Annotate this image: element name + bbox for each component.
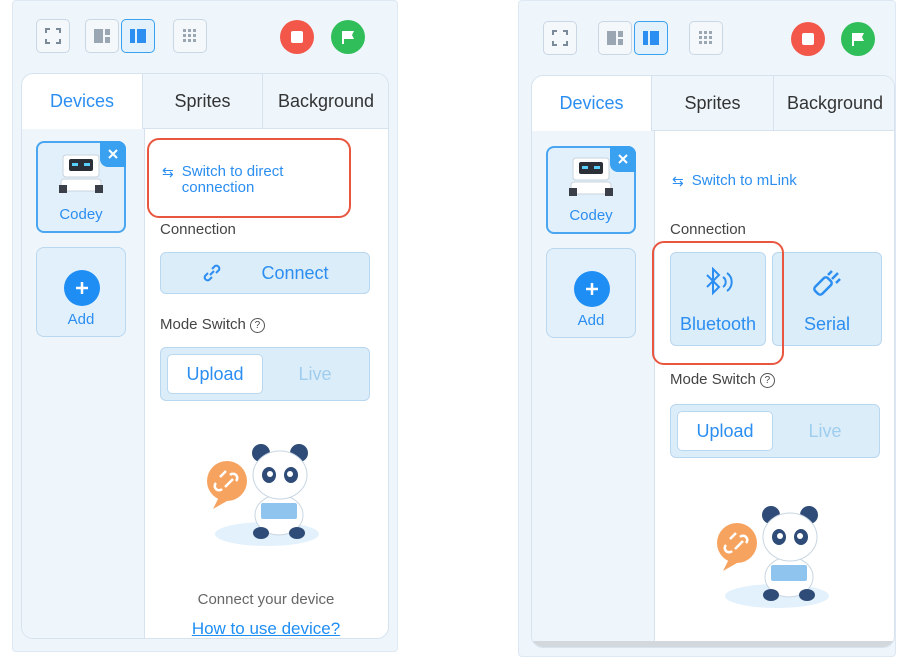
- layout-large-stage-icon: [130, 29, 146, 43]
- green-flag-icon: [852, 33, 864, 46]
- fullscreen-button[interactable]: [36, 19, 70, 53]
- serial-cable-icon: [773, 267, 881, 301]
- green-flag-icon: [342, 31, 354, 44]
- question-icon[interactable]: ?: [249, 318, 265, 333]
- remove-device-button[interactable]: [100, 141, 126, 167]
- connect-label: Connect: [261, 262, 329, 283]
- layout-large-stage-button[interactable]: [634, 21, 668, 55]
- stop-button[interactable]: [791, 22, 825, 56]
- grid-icon: [183, 29, 196, 42]
- tab-background[interactable]: Background: [774, 76, 894, 130]
- tab-sprites[interactable]: Sprites: [652, 76, 774, 130]
- serial-button[interactable]: Serial: [772, 252, 882, 346]
- close-icon: [108, 149, 118, 159]
- layout-large-stage-icon: [643, 31, 659, 45]
- add-label: Add: [577, 312, 605, 329]
- plus-icon: [64, 270, 100, 306]
- device-sidebar: Codey Add: [22, 129, 145, 638]
- tab-bar: Devices Sprites Background: [532, 76, 894, 131]
- highlight-switch-link: [147, 138, 351, 218]
- codey-robot-image: [569, 157, 613, 196]
- close-icon: [618, 154, 628, 164]
- tab-sprites[interactable]: Sprites: [143, 74, 263, 128]
- grid-icon: [699, 31, 712, 44]
- switch-mlink-link[interactable]: ⇆ Switch to mLink: [672, 172, 797, 190]
- stop-icon: [802, 33, 814, 45]
- layout-small-stage-icon: [607, 31, 623, 45]
- device-content: ⇆ Switch to mLink Connection Bluetooth S…: [654, 131, 894, 647]
- mode-switch-text: Mode Switch: [160, 316, 246, 333]
- connect-device-text: Connect your device: [197, 591, 335, 608]
- tab-devices[interactable]: Devices: [22, 74, 143, 129]
- serial-label: Serial: [803, 314, 851, 334]
- device-name: Codey: [59, 206, 103, 223]
- fullscreen-button[interactable]: [543, 21, 577, 55]
- tab-bar: Devices Sprites Background: [22, 74, 388, 129]
- swap-arrows-icon: ⇆: [672, 173, 684, 189]
- mode-live-button[interactable]: Live: [777, 411, 873, 451]
- fullscreen-icon: [552, 30, 568, 46]
- grid-button[interactable]: [173, 19, 207, 53]
- add-device-button[interactable]: Add: [546, 248, 636, 338]
- how-to-use-link[interactable]: How to use device?: [144, 619, 388, 638]
- mode-upload-button[interactable]: Upload: [677, 411, 773, 451]
- add-label: Add: [67, 311, 95, 328]
- stop-icon: [291, 31, 303, 43]
- mode-switch-label: Mode Switch?: [670, 371, 775, 388]
- toolbar: [519, 21, 895, 61]
- right-panel: Devices Sprites Background Codey Add ⇆ S…: [518, 0, 896, 657]
- horizontal-scrollbar[interactable]: [532, 641, 894, 647]
- switch-link-text: Switch to mLink: [691, 172, 797, 189]
- mode-switch-label: Mode Switch?: [160, 316, 265, 333]
- question-icon[interactable]: ?: [759, 373, 775, 388]
- left-panel: Devices Sprites Background Codey Add ⇆ S…: [12, 0, 398, 652]
- toolbar: [13, 19, 397, 59]
- layout-small-stage-button[interactable]: [598, 21, 632, 55]
- green-flag-button[interactable]: [841, 22, 875, 56]
- device-card-codey[interactable]: Codey: [36, 141, 126, 233]
- fullscreen-icon: [45, 28, 61, 44]
- tab-devices[interactable]: Devices: [532, 76, 652, 131]
- mode-switch-text: Mode Switch: [670, 371, 756, 388]
- plus-icon: [574, 271, 610, 307]
- link-icon: [204, 264, 221, 282]
- mode-switch: Upload Live: [160, 347, 370, 401]
- codey-robot-image: [59, 154, 103, 193]
- tab-background[interactable]: Background: [263, 74, 388, 128]
- device-sidebar: Codey Add: [532, 131, 655, 647]
- layout-small-stage-icon: [94, 29, 110, 43]
- grid-button[interactable]: [689, 21, 723, 55]
- mode-live-button[interactable]: Live: [267, 354, 363, 394]
- mode-switch: Upload Live: [670, 404, 880, 458]
- connection-label: Connection: [160, 221, 236, 238]
- green-flag-button[interactable]: [331, 20, 365, 54]
- stop-button[interactable]: [280, 20, 314, 54]
- connect-button[interactable]: Connect: [160, 252, 370, 294]
- highlight-bluetooth: [652, 241, 784, 365]
- remove-device-button[interactable]: [610, 146, 636, 172]
- device-name: Codey: [569, 207, 613, 224]
- layout-large-stage-button[interactable]: [121, 19, 155, 53]
- layout-small-stage-button[interactable]: [85, 19, 119, 53]
- panda-illustration: [717, 506, 829, 608]
- panda-illustration: [207, 444, 319, 546]
- mode-upload-button[interactable]: Upload: [167, 354, 263, 394]
- connection-label: Connection: [670, 221, 746, 238]
- device-card-codey[interactable]: Codey: [546, 146, 636, 234]
- add-device-button[interactable]: Add: [36, 247, 126, 337]
